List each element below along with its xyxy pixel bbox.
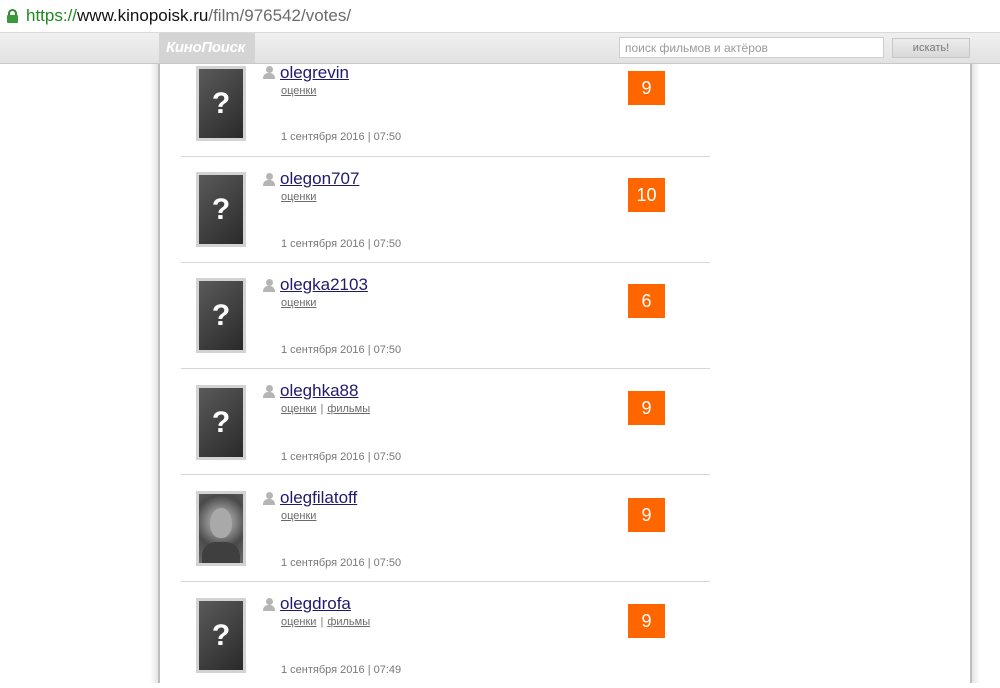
- ratings-link[interactable]: оценки: [281, 616, 316, 628]
- vote-row: ? olegdrofa оценки | фильмы 1 сентября 201…: [181, 582, 710, 688]
- ratings-link[interactable]: оценки: [281, 297, 316, 309]
- rating-badge: 10: [628, 178, 665, 212]
- username-link[interactable]: olegdrofa: [280, 594, 351, 614]
- rating-badge: 6: [628, 284, 665, 318]
- username-link[interactable]: oleghka88: [280, 381, 358, 401]
- vote-row: ? oleghka88 оценки | фильмы 1 сентября 201…: [181, 369, 710, 475]
- user-icon: [263, 598, 275, 611]
- avatar-face: [210, 508, 232, 538]
- vote-date: 1 сентября 2016 | 07:50: [281, 557, 402, 569]
- avatar-placeholder[interactable]: ?: [196, 598, 246, 673]
- ratings-link[interactable]: оценки: [281, 403, 316, 415]
- rating-badge: 9: [628, 498, 665, 532]
- vote-list: ? olegrevin оценки 1 сентября 2016 | 07:…: [0, 0, 1000, 683]
- user-links: оценки | фильмы: [281, 616, 370, 628]
- rating-badge: 9: [628, 391, 665, 425]
- user-links: оценки: [281, 297, 316, 309]
- vote-date: 1 сентября 2016 | 07:50: [281, 238, 402, 250]
- rating-badge: 9: [628, 604, 665, 638]
- avatar-placeholder[interactable]: ?: [196, 172, 246, 247]
- rating-badge: 9: [628, 71, 665, 105]
- user-links: оценки: [281, 85, 316, 97]
- ratings-link[interactable]: оценки: [281, 510, 316, 522]
- avatar-shirt: [202, 542, 240, 563]
- films-link[interactable]: фильмы: [327, 403, 370, 415]
- vote-date: 1 сентября 2016 | 07:49: [281, 664, 402, 676]
- username-link[interactable]: olegfilatoff: [280, 488, 357, 508]
- vote-date: 1 сентября 2016 | 07:50: [281, 131, 402, 143]
- vote-row: olegfilatoff оценки 1 сентября 2016 | 07…: [181, 476, 710, 582]
- user-links: оценки: [281, 191, 316, 203]
- username-link[interactable]: olegka2103: [280, 275, 368, 295]
- user-icon: [263, 492, 275, 505]
- user-icon: [263, 173, 275, 186]
- user-links: оценки | фильмы: [281, 403, 370, 415]
- ratings-link[interactable]: оценки: [281, 191, 316, 203]
- vote-row: ? olegrevin оценки 1 сентября 2016 | 07:…: [181, 51, 710, 157]
- avatar-placeholder[interactable]: ?: [196, 66, 246, 141]
- vote-date: 1 сентября 2016 | 07:50: [281, 451, 402, 463]
- user-icon: [263, 66, 275, 79]
- ratings-link[interactable]: оценки: [281, 85, 316, 97]
- username-link[interactable]: olegon707: [280, 169, 359, 189]
- user-icon: [263, 385, 275, 398]
- films-link[interactable]: фильмы: [327, 616, 370, 628]
- vote-row: ? olegka2103 оценки 1 сентября 2016 | 07…: [181, 263, 710, 369]
- vote-date: 1 сентября 2016 | 07:50: [281, 344, 402, 356]
- link-separator: |: [320, 403, 324, 415]
- link-separator: |: [320, 616, 324, 628]
- avatar-placeholder[interactable]: ?: [196, 278, 246, 353]
- username-link[interactable]: olegrevin: [280, 63, 349, 83]
- avatar-placeholder[interactable]: ?: [196, 385, 246, 460]
- vote-row: ? olegon707 оценки 1 сентября 2016 | 07:…: [181, 157, 710, 263]
- user-icon: [263, 279, 275, 292]
- avatar-photo[interactable]: [196, 491, 246, 566]
- user-links: оценки: [281, 510, 316, 522]
